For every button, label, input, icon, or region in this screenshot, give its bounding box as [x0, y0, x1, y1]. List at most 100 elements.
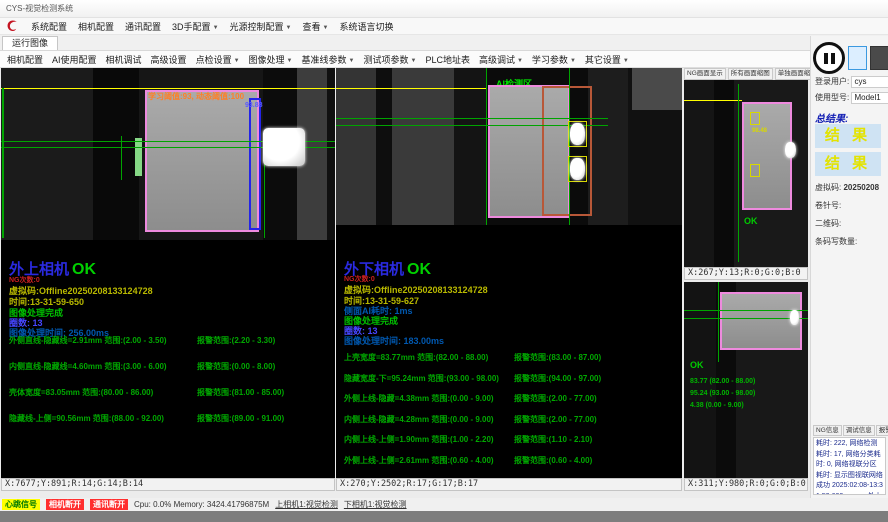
camera-image-outer-bottom: AI检测区 [336, 68, 682, 225]
toolbar-spot-check[interactable]: 点检设置▼ [196, 53, 240, 66]
login-user-label: 登录用户: [815, 77, 849, 86]
tab-alarm-info[interactable]: 报警信息 [876, 425, 888, 436]
thumbnail-view-top[interactable]: 98.48 OK X:267;Y:13;R:0;G:0;B:0 [684, 80, 808, 280]
measurement-row: 内侧直线-隐藏线=4.60mm 范围:(3.00 - 6.00)报警范围:(0.… [9, 356, 284, 374]
bright-spot [570, 123, 585, 145]
defect-box-overlay [750, 112, 760, 125]
operator-login-button[interactable] [848, 46, 867, 70]
chevron-down-icon: ▼ [213, 25, 219, 31]
green-line-overlay [738, 84, 739, 262]
needle-number-label: 卷针号: [815, 201, 841, 210]
tab-row: 运行图像 [0, 35, 888, 51]
model-value[interactable]: Model1 [851, 92, 888, 104]
green-baseline-overlay [336, 118, 608, 119]
process-time-line: 图像处理时间: 183.00ms [344, 334, 444, 347]
menu-language-switch[interactable]: 系统语言切换 [339, 20, 393, 33]
green-baseline-overlay [684, 310, 808, 311]
bright-spot [785, 142, 796, 158]
chevron-down-icon: ▼ [623, 58, 629, 64]
login-user-field: 登录用户: cys [815, 76, 888, 88]
chevron-down-icon: ▼ [570, 58, 576, 64]
control-panel: 登录用户: cys 使用型号: Model1 总结果: 结 果 结 果 虚拟码:… [810, 36, 888, 498]
camera-view-outer-bottom[interactable]: AI检测区 外下相机OK NG次数:0 虚拟码:Offline202502081… [336, 68, 682, 491]
yellow-baseline-overlay [336, 88, 486, 89]
chevron-down-icon: ▼ [517, 58, 523, 64]
menu-camera-config[interactable]: 相机配置 [78, 20, 114, 33]
measurement-row: 外侧上线-隐藏=4.38mm 范围:(0.00 - 9.00)报警范围:(2.0… [344, 388, 601, 406]
camera-link-bottom[interactable]: 下相机1:视觉检测 [344, 499, 407, 510]
toolbar-other-settings[interactable]: 其它设置▼ [585, 53, 629, 66]
tab-ng-display[interactable]: NG画面显示 [684, 68, 726, 80]
camera-link-top[interactable]: 上相机1:视觉检测 [275, 499, 338, 510]
toolbar-baseline-params[interactable]: 基准线参数▼ [302, 53, 355, 66]
toolbar-image-processing[interactable]: 图像处理▼ [249, 53, 293, 66]
camera-image-outer-top: 学习阈值:93, 动态阈值:100 93.88 [1, 68, 335, 240]
toolbar-camera-debug[interactable]: 相机调试 [106, 53, 142, 66]
measurement-row: 隐藏线-上侧=90.56mm 范围:(88.00 - 92.00)报警范围:(8… [9, 408, 284, 426]
login-user-value[interactable]: cys [851, 76, 888, 88]
result-ok-badge: OK [407, 261, 431, 278]
qrcode-label: 二维码: [815, 219, 841, 228]
toolbar-plc-address[interactable]: PLC地址表 [425, 53, 470, 66]
thumb-measure-line: 95.24 (93.00 - 98.00) [690, 390, 755, 397]
chevron-down-icon: ▼ [323, 25, 329, 31]
menu-system-config[interactable]: 系统配置 [31, 20, 67, 33]
toolbar-test-params[interactable]: 测试项参数▼ [363, 53, 416, 66]
green-line-overlay [121, 136, 122, 180]
thumbnail-tab-row: NG画面显示 所有画面缩图 单独画面缩图 [684, 68, 810, 80]
roi-block-overlay [145, 90, 259, 232]
heartbeat-status-badge: 心跳信号 [2, 499, 40, 510]
pixel-readout-bar: X:267;Y:13;R:0;G:0;B:0 [684, 267, 808, 280]
needle-number-field: 卷针号: [815, 200, 841, 211]
measurement-row: 外侧直线-隐藏线=2.91mm 范围:(2.00 - 3.50)报警范围:(2.… [9, 330, 284, 348]
pause-button[interactable] [813, 42, 845, 74]
thumbnail-view-bottom[interactable]: OK 83.77 (82.00 - 88.00) 95.24 (93.00 - … [684, 282, 808, 491]
chevron-down-icon: ▼ [410, 58, 416, 64]
menu-3d-config[interactable]: 3D手配置▼ [172, 20, 218, 33]
runtime-info-text: 耗时: 222, 网络检测耗时: 17, 网络分类耗时: 0, 网络视联分区耗时… [813, 437, 886, 495]
measurement-row: 上壳宽度=83.77mm 范围:(82.00 - 88.00)报警范围:(83.… [344, 347, 601, 365]
control-buttons [813, 42, 888, 74]
thumb-value-label: 98.48 [752, 128, 767, 134]
thumb-status: OK [690, 360, 704, 370]
menu-view[interactable]: 查看▼ [302, 20, 328, 33]
chevron-down-icon: ▼ [286, 25, 292, 31]
tab-ng-info[interactable]: NG信息 [813, 425, 842, 436]
total-result-label: 总结果: [815, 110, 848, 125]
camera-view-outer-top[interactable]: 学习阈值:93, 动态阈值:100 93.88 外上相机OK NG次数:0 虚拟… [1, 68, 335, 491]
barcode-write-count-label: 条码写数量: [815, 237, 857, 246]
app-logo-icon [4, 19, 20, 33]
menu-light-control[interactable]: 光源控制配置▼ [230, 20, 292, 33]
toolbar-advanced-debug[interactable]: 高级调试▼ [479, 53, 523, 66]
green-line-overlay [718, 282, 719, 362]
chevron-down-icon: ▼ [287, 58, 293, 64]
comm-alarm-badge: 通讯断开 [90, 499, 128, 510]
yellow-baseline-overlay [1, 88, 335, 89]
menu-comm-config[interactable]: 通讯配置 [125, 20, 161, 33]
toolbar-camera-config[interactable]: 相机配置 [7, 53, 43, 66]
green-marker-overlay [135, 138, 142, 176]
thumb-measure-line: 83.77 (82.00 - 88.00) [690, 378, 755, 385]
green-edge-overlay [2, 88, 4, 238]
pixel-readout-bar: X:7677;Y:891;R:14;G:14;B:14 [1, 478, 335, 491]
measurement-row: 内侧上线-隐藏=4.28mm 范围:(0.00 - 9.00)报警范围:(2.0… [344, 409, 601, 427]
tab-run-image[interactable]: 运行图像 [2, 36, 58, 50]
chevron-down-icon: ▼ [234, 58, 240, 64]
ai-region-rect-overlay [542, 86, 592, 216]
toolbar-advanced-settings[interactable]: 高级设置 [151, 53, 187, 66]
tab-all-thumbnails[interactable]: 所有画面缩图 [728, 68, 773, 80]
toolbar-ai-config[interactable]: AI使用配置 [52, 53, 97, 66]
measurement-row: 内侧上线-上侧=1.90mm 范围:(1.00 - 2.20)报警范围:(1.1… [344, 429, 601, 447]
window-titlebar: CYS-视觉检测系统 [0, 0, 888, 18]
admin-login-button[interactable] [870, 46, 888, 70]
cpu-memory-readout: Cpu: 0.0% Memory: 3424.41796875M [134, 500, 269, 509]
thumbnail-image-bottom: OK 83.77 (82.00 - 88.00) 95.24 (93.00 - … [684, 282, 808, 478]
toolbar: 相机配置 AI使用配置 相机调试 高级设置 点检设置▼ 图像处理▼ 基准线参数▼… [0, 51, 888, 68]
tab-debug-info[interactable]: 调试信息 [843, 425, 875, 436]
toolbar-learning-params[interactable]: 学习参数▼ [532, 53, 576, 66]
pause-icon [824, 53, 828, 64]
window-title: CYS-视觉检测系统 [6, 4, 73, 13]
measurement-row: 壳体宽度=83.05mm 范围:(80.00 - 86.00)报警范围:(81.… [9, 382, 284, 400]
yellow-baseline-overlay [684, 100, 742, 101]
virtual-barcode-field: 虚拟码: 20250208 [815, 182, 879, 193]
